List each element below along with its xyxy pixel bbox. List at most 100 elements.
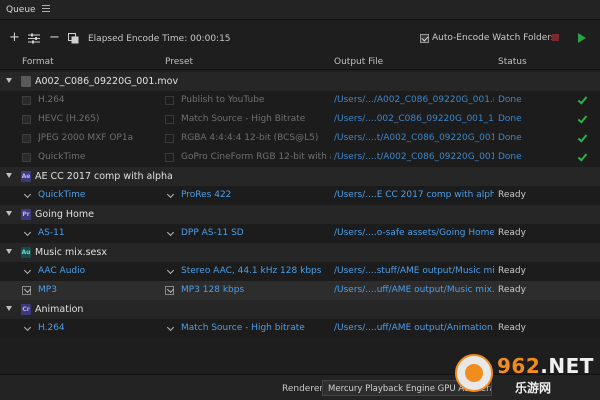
queue-group[interactable]: Cr Animation <box>0 300 600 319</box>
site-watermark: 962.NET 乐游网 <box>455 352 595 398</box>
item-output[interactable]: /Users/....stuff/AME output/Music mix.aa… <box>334 266 494 276</box>
auto-encode-label: Auto-Encode Watch Folders <box>432 33 556 43</box>
item-checkbox[interactable] <box>22 153 31 162</box>
item-format[interactable]: MP3 <box>38 285 158 295</box>
auto-encode-toggle[interactable]: Auto-Encode Watch Folders <box>420 33 556 43</box>
group-name: Animation <box>35 304 84 315</box>
item-output[interactable]: /Users/....E CC 2017 comp with alpha.mov <box>334 190 494 200</box>
item-checkbox[interactable] <box>22 96 31 105</box>
toolbar: + − Elapsed Encode Time: 00:00:15 Auto-E… <box>0 28 600 50</box>
queue-group[interactable]: A002_C086_09220G_001.mov <box>0 72 600 91</box>
start-queue-button[interactable] <box>578 33 586 43</box>
item-format[interactable]: AS-11 <box>38 228 158 238</box>
panel-header: Queue <box>0 0 600 20</box>
queue-item[interactable]: HEVC (H.265) Match Source - High Bitrate… <box>0 110 600 129</box>
item-preset[interactable]: DPP AS-11 SD <box>181 228 331 238</box>
queue-item[interactable]: H.264 Match Source - High bitrate /Users… <box>0 319 600 338</box>
item-checkbox[interactable] <box>22 134 31 143</box>
group-name: A002_C086_09220G_001.mov <box>35 76 179 87</box>
format-dropdown-icon[interactable] <box>23 228 32 237</box>
item-preset[interactable]: Match Source - High Bitrate <box>181 114 331 124</box>
queue-group[interactable]: Ae AE CC 2017 comp with alpha <box>0 167 600 186</box>
done-check-icon <box>577 113 588 124</box>
item-status: Ready <box>498 323 526 333</box>
item-status: Done <box>498 95 522 105</box>
col-status[interactable]: Status <box>498 57 527 67</box>
item-output[interactable]: /Users/....o-safe assets/Going Home.mxf <box>334 228 494 238</box>
panel-title[interactable]: Queue <box>6 5 36 15</box>
item-format[interactable]: AAC Audio <box>38 266 158 276</box>
group-name: Music mix.sesx <box>35 247 107 258</box>
item-format[interactable]: QuickTime <box>38 190 158 200</box>
preset-settings-icon[interactable] <box>28 33 40 47</box>
done-check-icon <box>577 132 588 143</box>
col-output-file[interactable]: Output File <box>334 57 383 67</box>
preset-dropdown-icon[interactable] <box>166 323 175 332</box>
stop-queue-button[interactable] <box>552 34 559 41</box>
item-preset[interactable]: RGBA 4:4:4:4 12-bit (BCS@L5) <box>181 133 331 143</box>
item-preset[interactable]: ProRes 422 <box>181 190 331 200</box>
queue-item[interactable]: QuickTime GoPro CineForm RGB 12-bit with… <box>0 148 600 167</box>
queue-item[interactable]: QuickTime ProRes 422 /Users/....E CC 201… <box>0 186 600 205</box>
format-dropdown-icon[interactable] <box>23 190 32 199</box>
item-preset[interactable]: Match Source - High bitrate <box>181 323 331 333</box>
queue-item[interactable]: AAC Audio Stereo AAC, 44.1 kHz 128 kbps … <box>0 262 600 281</box>
item-output[interactable]: /Users/.../A002_C086_09220G_001.mp4 <box>334 95 494 105</box>
add-source-button[interactable]: + <box>9 31 20 44</box>
expand-triangle-icon[interactable] <box>6 306 12 311</box>
queue-item[interactable]: JPEG 2000 MXF OP1a RGBA 4:4:4:4 12-bit (… <box>0 129 600 148</box>
item-status: Done <box>498 114 522 124</box>
after-effects-icon: Ae <box>21 171 31 182</box>
queue-item-selected[interactable]: MP3 MP3 128 kbps /Users/....uff/AME outp… <box>0 281 600 300</box>
item-format[interactable]: JPEG 2000 MXF OP1a <box>38 133 158 143</box>
expand-triangle-icon[interactable] <box>6 78 12 83</box>
item-output[interactable]: /Users/....t/A002_C086_09220G_001.mov <box>334 152 494 162</box>
group-name: Going Home <box>35 209 94 220</box>
format-dropdown-icon[interactable] <box>23 323 32 332</box>
item-preset[interactable]: GoPro CineForm RGB 12-bit with alpha <box>181 152 331 162</box>
item-format[interactable]: QuickTime <box>38 152 158 162</box>
group-name: AE CC 2017 comp with alpha <box>35 171 173 182</box>
preset-dropdown-icon[interactable] <box>166 190 175 199</box>
item-format[interactable]: H.264 <box>38 95 158 105</box>
done-check-icon <box>577 94 588 105</box>
expand-triangle-icon[interactable] <box>6 173 12 178</box>
item-output[interactable]: /Users/....t/A002_C086_09220G_001.mxf <box>334 133 494 143</box>
col-preset[interactable]: Preset <box>165 57 193 67</box>
queue-group[interactable]: Au Music mix.sesx <box>0 243 600 262</box>
audition-icon: Au <box>21 247 31 258</box>
item-format[interactable]: H.264 <box>38 323 158 333</box>
item-preset[interactable]: MP3 128 kbps <box>181 285 331 295</box>
duplicate-icon[interactable] <box>68 33 79 47</box>
item-output[interactable]: /Users/....002_C086_09220G_001_1.mp4 <box>334 114 494 124</box>
item-checkbox[interactable] <box>22 115 31 124</box>
preset-dropdown-icon[interactable] <box>165 115 174 124</box>
preset-dropdown-icon[interactable] <box>166 228 175 237</box>
expand-triangle-icon[interactable] <box>6 211 12 216</box>
item-status: Ready <box>498 190 526 200</box>
queue-item[interactable]: AS-11 DPP AS-11 SD /Users/....o-safe ass… <box>0 224 600 243</box>
queue-group[interactable]: Pr Going Home <box>0 205 600 224</box>
item-preset[interactable]: Stereo AAC, 44.1 kHz 128 kbps <box>181 266 331 276</box>
copy-icon <box>68 33 79 44</box>
item-preset[interactable]: Publish to YouTube <box>181 95 331 105</box>
animate-icon: Cr <box>21 304 31 315</box>
preset-dropdown-icon[interactable] <box>165 153 174 162</box>
auto-encode-checkbox[interactable] <box>420 33 429 43</box>
watermark-logo-icon <box>455 354 493 392</box>
remove-button[interactable]: − <box>49 31 60 44</box>
item-status: Ready <box>498 228 526 238</box>
item-output[interactable]: /Users/....uff/AME output/Music mix.mp3 <box>334 285 494 295</box>
queue-item[interactable]: H.264 Publish to YouTube /Users/.../A002… <box>0 91 600 110</box>
video-file-icon <box>21 76 31 87</box>
elapsed-label: Elapsed Encode Time: <box>88 34 188 44</box>
expand-triangle-icon[interactable] <box>6 249 12 254</box>
preset-dropdown-icon[interactable] <box>166 266 175 275</box>
format-dropdown-icon[interactable] <box>23 266 32 275</box>
item-output[interactable]: /Users/....uff/AME output/Animation.mp4 <box>334 323 494 333</box>
col-format[interactable]: Format <box>22 57 54 67</box>
panel-menu-icon[interactable] <box>42 5 50 13</box>
item-format[interactable]: HEVC (H.265) <box>38 114 158 124</box>
preset-dropdown-icon[interactable] <box>165 96 174 105</box>
preset-dropdown-icon[interactable] <box>165 134 174 143</box>
